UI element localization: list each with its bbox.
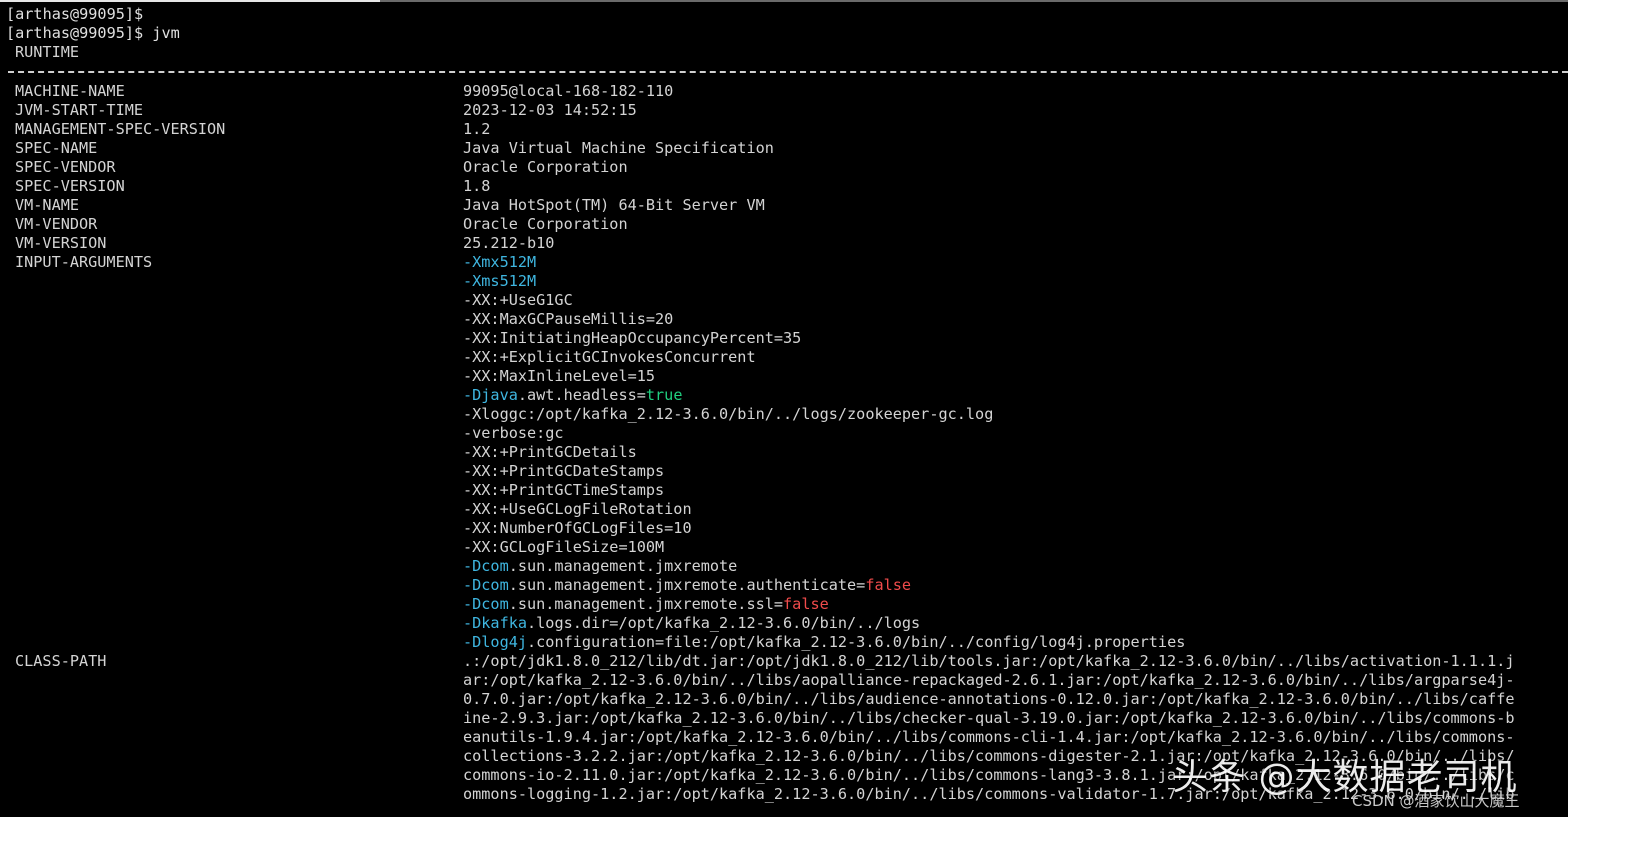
prompt-line-2: [arthas@99095]$ jvm <box>6 24 180 42</box>
terminal-window[interactable]: [arthas@99095]$ [arthas@99095]$ jvm RUNT… <box>0 0 1568 817</box>
argument-token: -XX:+UseG1GC <box>463 291 573 309</box>
argument-token: .awt.headless= <box>517 386 646 404</box>
input-argument: -Dlog4j.configuration=file:/opt/kafka_2.… <box>463 633 1185 652</box>
runtime-value: 99095@local-168-182-110 <box>463 82 674 100</box>
argument-token: -Dcom <box>463 576 509 594</box>
argument-token: -Xloggc:/opt/kafka_2.12-3.6.0/bin/../log… <box>463 405 994 423</box>
runtime-row: SPEC-VERSION 1.8 <box>15 177 490 196</box>
prompt-line-1: [arthas@99095]$ <box>6 5 144 23</box>
runtime-row: JVM-START-TIME 2023-12-03 14:52:15 <box>15 101 637 120</box>
argument-token: -XX:NumberOfGCLogFiles=10 <box>463 519 692 537</box>
input-argument: -Dcom.sun.management.jmxremote.ssl=false <box>463 595 829 614</box>
argument-token: -Dcom <box>463 595 509 613</box>
class-path-value: eanutils-1.9.4.jar:/opt/kafka_2.12-3.6.0… <box>463 728 1515 746</box>
argument-token: -XX:+PrintGCTimeStamps <box>463 481 665 499</box>
runtime-value: Oracle Corporation <box>463 158 628 176</box>
input-argument: -verbose:gc <box>463 424 564 443</box>
watermark-small: CSDN @酒家饮山大魔王 <box>1352 792 1520 810</box>
argument-token: -Xms512M <box>463 272 537 290</box>
argument-token: -Dkafka <box>463 614 528 632</box>
runtime-key: SPEC-VENDOR <box>15 158 116 176</box>
runtime-value: Java HotSpot(TM) 64-Bit Server VM <box>463 196 765 214</box>
class-path-key: CLASS-PATH <box>15 652 107 670</box>
input-argument: -XX:MaxGCPauseMillis=20 <box>463 310 673 329</box>
runtime-row: MANAGEMENT-SPEC-VERSION 1.2 <box>15 120 490 139</box>
terminal-top-border-dark <box>380 0 1568 2</box>
input-argument: -XX:+PrintGCTimeStamps <box>463 481 664 500</box>
runtime-value: 1.2 <box>463 120 491 138</box>
runtime-value: 25.212-b10 <box>463 234 555 252</box>
argument-token: -XX:+ExplicitGCInvokesConcurrent <box>463 348 756 366</box>
argument-token: -XX:+PrintGCDetails <box>463 443 637 461</box>
argument-token: -XX:InitiatingHeapOccupancyPercent=35 <box>463 329 802 347</box>
argument-token: -verbose:gc <box>463 424 564 442</box>
input-argument: -Dcom.sun.management.jmxremote <box>463 557 737 576</box>
input-argument: -XX:+PrintGCDetails <box>463 443 637 462</box>
argument-token: -XX:MaxGCPauseMillis=20 <box>463 310 674 328</box>
class-path-value: ar:/opt/kafka_2.12-3.6.0/bin/../libs/aop… <box>463 671 1515 689</box>
class-path-row: CLASS-PATH .:/opt/jdk1.8.0_212/lib/dt.jar… <box>15 652 1515 671</box>
runtime-value: 1.8 <box>463 177 491 195</box>
input-argument: -XX:GCLogFileSize=100M <box>463 538 664 557</box>
input-argument: -Dkafka.logs.dir=/opt/kafka_2.12-3.6.0/b… <box>463 614 920 633</box>
argument-token: -XX:MaxInlineLevel=15 <box>463 367 656 385</box>
argument-token: -XX:+UseGCLogFileRotation <box>463 500 692 518</box>
runtime-key: VM-NAME <box>15 196 80 214</box>
input-argument: -XX:InitiatingHeapOccupancyPercent=35 <box>463 329 801 348</box>
argument-token: .sun.management.jmxremote.authenticate= <box>508 576 866 594</box>
argument-token: -Djava <box>463 386 518 404</box>
argument-token: -Dlog4j <box>463 633 528 651</box>
runtime-value: 2023-12-03 14:52:15 <box>463 101 637 119</box>
class-path-value: 0.7.0.jar:/opt/kafka_2.12-3.6.0/bin/../l… <box>463 690 1515 708</box>
argument-token: .sun.management.jmxremote <box>508 557 738 575</box>
runtime-key: MACHINE-NAME <box>15 82 125 100</box>
argument-token: .sun.management.jmxremote.ssl= <box>508 595 784 613</box>
class-path-value: .:/opt/jdk1.8.0_212/lib/dt.jar:/opt/jdk1… <box>463 652 1515 670</box>
input-argument: -XX:+UseG1GC <box>463 291 573 310</box>
runtime-key: SPEC-VERSION <box>15 177 125 195</box>
input-argument: -XX:+PrintGCDateStamps <box>463 462 664 481</box>
argument-token: -Xmx512M <box>463 253 537 271</box>
input-argument: -XX:+ExplicitGCInvokesConcurrent <box>463 348 756 367</box>
argument-token: -XX:GCLogFileSize=100M <box>463 538 665 556</box>
input-argument: -XX:MaxInlineLevel=15 <box>463 367 655 386</box>
input-argument: -Djava.awt.headless=true <box>463 386 682 405</box>
runtime-row: SPEC-NAME Java Virtual Machine Specificat… <box>15 139 774 158</box>
input-argument: -Xmx512M <box>463 253 536 272</box>
runtime-key: JVM-START-TIME <box>15 101 144 119</box>
runtime-key: SPEC-NAME <box>15 139 98 157</box>
input-argument: -Xms512M <box>463 272 536 291</box>
argument-token: .configuration=file:/opt/kafka_2.12-3.6.… <box>527 633 1186 651</box>
runtime-value: Java Virtual Machine Specification <box>463 139 774 157</box>
runtime-row: VM-VERSION 25.212-b10 <box>15 234 554 253</box>
argument-token: -XX:+PrintGCDateStamps <box>463 462 665 480</box>
section-title: RUNTIME <box>15 43 80 61</box>
runtime-row: VM-NAME Java HotSpot(TM) 64-Bit Server VM <box>15 196 765 215</box>
runtime-row: VM-VENDOR Oracle Corporation <box>15 215 628 234</box>
class-path-value: ine-2.9.3.jar:/opt/kafka_2.12-3.6.0/bin/… <box>463 709 1515 727</box>
runtime-row: SPEC-VENDOR Oracle Corporation <box>15 158 628 177</box>
input-argument: -Xloggc:/opt/kafka_2.12-3.6.0/bin/../log… <box>463 405 993 424</box>
input-argument-row: INPUT-ARGUMENTS -Xmx512M <box>15 253 536 272</box>
input-argument: -XX:+UseGCLogFileRotation <box>463 500 692 519</box>
runtime-key: VM-VENDOR <box>15 215 98 233</box>
runtime-key: MANAGEMENT-SPEC-VERSION <box>15 120 226 138</box>
argument-token: .logs.dir=/opt/kafka_2.12-3.6.0/bin/../l… <box>527 614 921 632</box>
input-argument: -XX:NumberOfGCLogFiles=10 <box>463 519 692 538</box>
argument-token: false <box>865 576 912 594</box>
runtime-key: VM-VERSION <box>15 234 107 252</box>
runtime-row: MACHINE-NAME 99095@local-168-182-110 <box>15 82 673 101</box>
section-separator <box>8 71 1568 73</box>
runtime-value: Oracle Corporation <box>463 215 628 233</box>
argument-token: true <box>645 386 683 404</box>
input-arguments-key: INPUT-ARGUMENTS <box>15 253 153 271</box>
argument-token: false <box>783 595 829 613</box>
input-argument: -Dcom.sun.management.jmxremote.authentic… <box>463 576 911 595</box>
argument-token: -Dcom <box>463 557 509 575</box>
